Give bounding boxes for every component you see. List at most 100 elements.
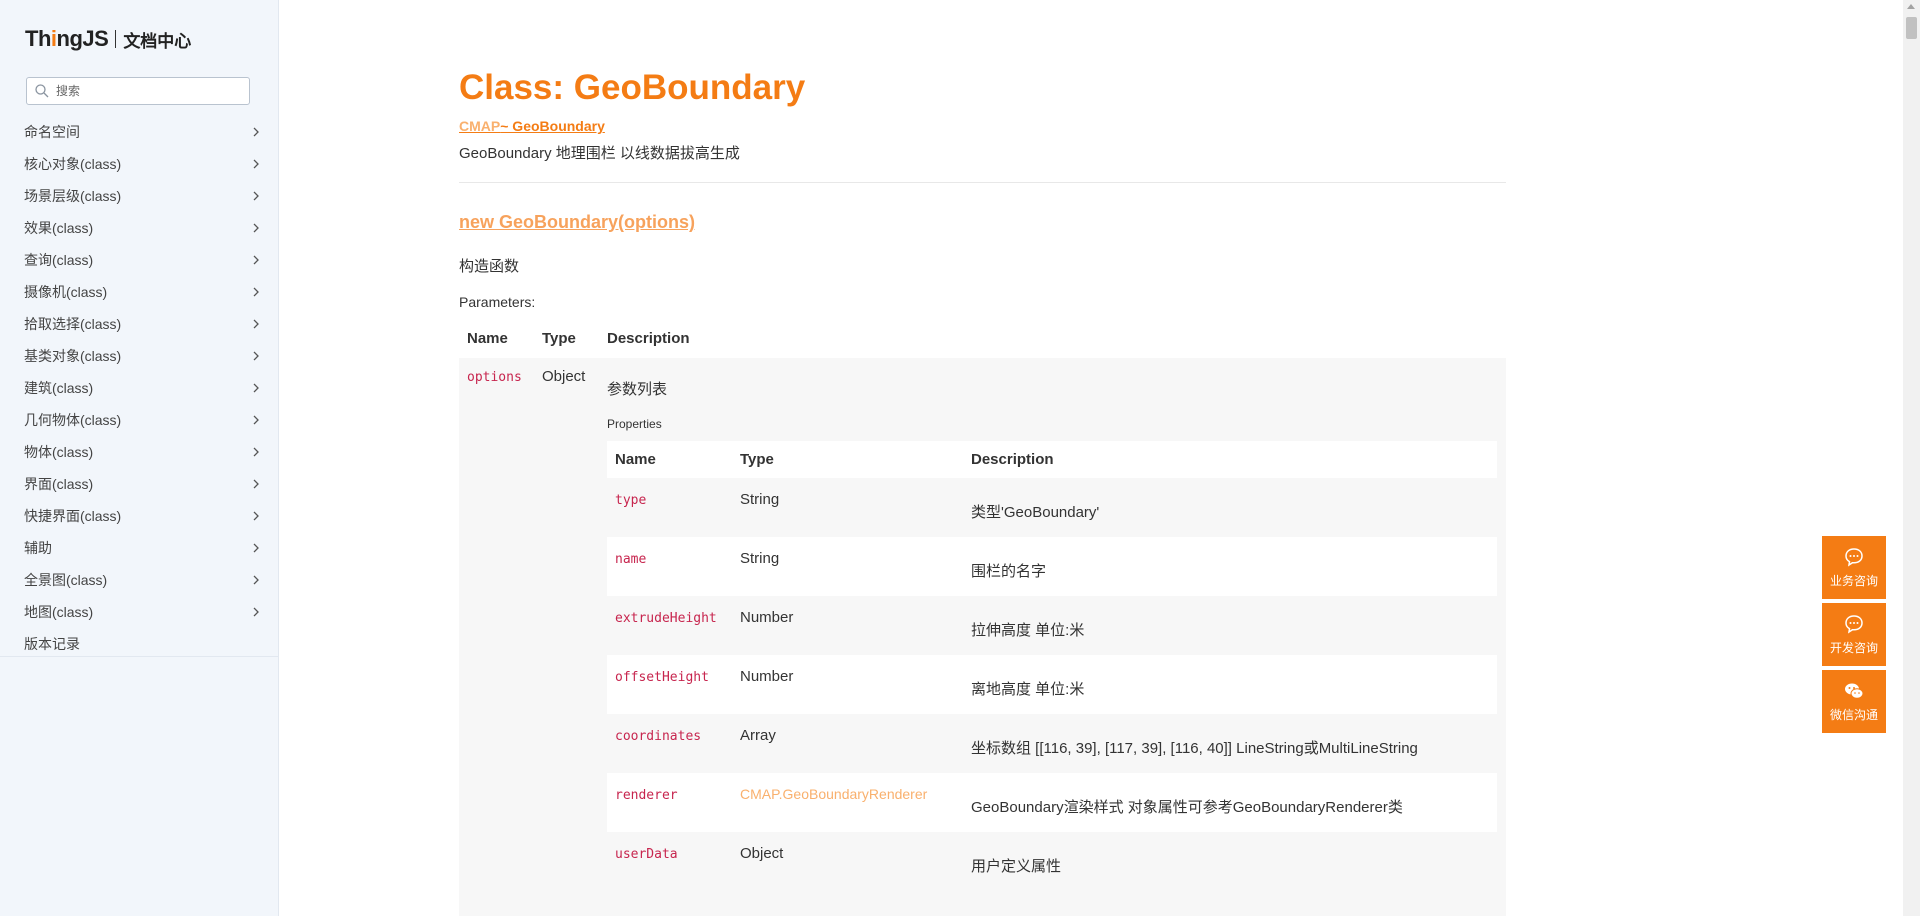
constructor-description: 构造函数 [459,258,520,275]
sidebar-item[interactable]: 摄像机(class) [0,276,279,308]
params-table-row: options Object 参数列表 Properties Name Type… [459,358,1506,916]
logo-subtitle: 文档中心 [123,31,192,51]
scrollbar[interactable] [1903,0,1920,916]
sidebar: ThingJS 文档中心 命名空间核心对象(class) 场景层级(class) 效… [0,0,279,916]
prop-type: String [740,491,780,508]
sidebar-item-label: 版本记录 [24,636,80,652]
sidebar-item[interactable]: 场景层级(class) [0,180,279,212]
prop-description: 用户定义属性 [971,858,1062,875]
chevron-right-icon [253,447,259,457]
sidebar-item-label: 查询(class) [24,252,94,268]
contact-button[interactable]: 微信沟通 [1822,670,1886,733]
params-header-type: Type [542,330,576,347]
chevron-right-icon [253,127,259,137]
breadcrumb[interactable]: CMAP~ GeoBoundary [459,118,605,134]
prop-type: Number [740,668,794,685]
sidebar-item[interactable]: 核心对象(class) [0,148,279,180]
chevron-right-icon [253,383,259,393]
scroll-up-arrow-icon[interactable] [1907,4,1915,9]
breadcrumb-class[interactable]: ~ GeoBoundary [500,118,605,134]
sidebar-item[interactable]: 全景图(class) [0,564,279,596]
contact-widget: 业务咨询 开发咨询微信沟通 [1822,536,1886,737]
logo[interactable]: ThingJS 文档中心 [25,26,191,52]
table-row: renderer CMAP.GeoBoundaryRenderer GeoBound… [607,773,1497,832]
chevron-right-icon [253,351,259,361]
parameters-label: Parameters: [459,294,536,310]
chevron-right-icon [253,479,259,489]
prop-description: 围栏的名字 [971,563,1047,580]
properties-label: Properties [607,417,662,431]
sidebar-item[interactable]: 地图(class) [0,596,279,628]
sidebar-item[interactable]: 建筑(class) [0,372,279,404]
sidebar-item[interactable]: 命名空间 [0,116,279,148]
scroll-thumb[interactable] [1906,17,1917,39]
logo-divider [115,30,117,48]
sidebar-item-label: 全景图(class) [24,572,108,588]
prop-type: String [740,550,780,567]
table-row: userData Object 用户定义属性 [607,832,1497,891]
props-header-description: Description [971,451,1054,468]
chevron-right-icon [253,415,259,425]
sidebar-item-label: 界面(class) [24,476,94,492]
contact-button[interactable]: 业务咨询 [1822,536,1886,599]
properties-table: Name Type Description type String 类型'GeoBo… [607,441,1497,891]
sidebar-item[interactable]: 快捷界面(class) [0,500,279,532]
sidebar-item-label: 命名空间 [24,124,80,140]
sidebar-item[interactable]: 界面(class) [0,468,279,500]
sidebar-item-label: 物体(class) [24,444,94,460]
breadcrumb-namespace[interactable]: CMAP [459,118,500,134]
sidebar-item-label: 几何物体(class) [24,412,122,428]
chevron-right-icon [253,607,259,617]
sidebar-item-label: 效果(class) [24,220,94,236]
prop-name: coordinates [615,729,702,744]
sidebar-item[interactable]: 基类对象(class) [0,340,279,372]
prop-description: 拉伸高度 单位:米 [971,622,1085,639]
logo-brand: ThingJS [25,26,109,51]
page-title: Class: GeoBoundary [459,68,806,107]
prop-type: Number [740,609,794,626]
sidebar-item-label: 基类对象(class) [24,348,122,364]
sidebar-item[interactable]: 效果(class) [0,212,279,244]
param-description: 参数列表 [607,381,668,398]
prop-type: Array [740,727,776,744]
search-box[interactable] [26,77,250,105]
constructor-link[interactable]: new GeoBoundary(options) [459,212,695,233]
table-row: name String 围栏的名字 [607,537,1497,596]
sidebar-item-label: 快捷界面(class) [24,508,122,524]
sidebar-item-label: 拾取选择(class) [24,316,122,332]
sidebar-divider [0,656,279,657]
sidebar-item[interactable]: 物体(class) [0,436,279,468]
contact-button[interactable]: 开发咨询 [1822,603,1886,666]
table-row: coordinates Array 坐标数组 [[116, 39], [117, 3… [607,714,1497,773]
chevron-right-icon [253,543,259,553]
prop-type-link[interactable]: CMAP.GeoBoundaryRenderer [740,786,927,802]
table-row: offsetHeight Number 离地高度 单位:米 [607,655,1497,714]
prop-type: Object [740,845,784,862]
param-type: Object [542,368,586,385]
contact-button-label: 微信沟通 [1829,708,1878,722]
properties-table-body: type String 类型'GeoBoundary' name String 围栏的名字… [607,478,1497,891]
prop-name: renderer [615,788,678,803]
prop-name: name [615,552,647,567]
table-row: type String 类型'GeoBoundary' [607,478,1497,537]
sidebar-item[interactable]: 几何物体(class) [0,404,279,436]
chevron-right-icon [253,287,259,297]
wechat-icon [1845,683,1864,699]
chat-bubble-icon [1845,615,1863,634]
search-icon [35,84,49,98]
chevron-right-icon [253,159,259,169]
prop-name: extrudeHeight [615,611,717,626]
props-header-name: Name [615,451,656,468]
sidebar-item[interactable]: 查询(class) [0,244,279,276]
sidebar-item-label: 辅助 [24,540,52,556]
class-description: GeoBoundary 地理围栏 以线数据拔高生成 [459,145,740,162]
divider [459,182,1506,183]
prop-description: GeoBoundary渲染样式 对象属性可参考GeoBoundaryRender… [971,799,1403,816]
properties-table-header: Name Type Description [607,441,1497,478]
props-header-type: Type [740,451,774,468]
sidebar-item[interactable]: 拾取选择(class) [0,308,279,340]
sidebar-item[interactable]: 辅助 [0,532,279,564]
sidebar-item-label: 地图(class) [24,604,94,620]
params-table-header: Name Type Description [459,326,1506,358]
search-input[interactable] [54,83,238,99]
